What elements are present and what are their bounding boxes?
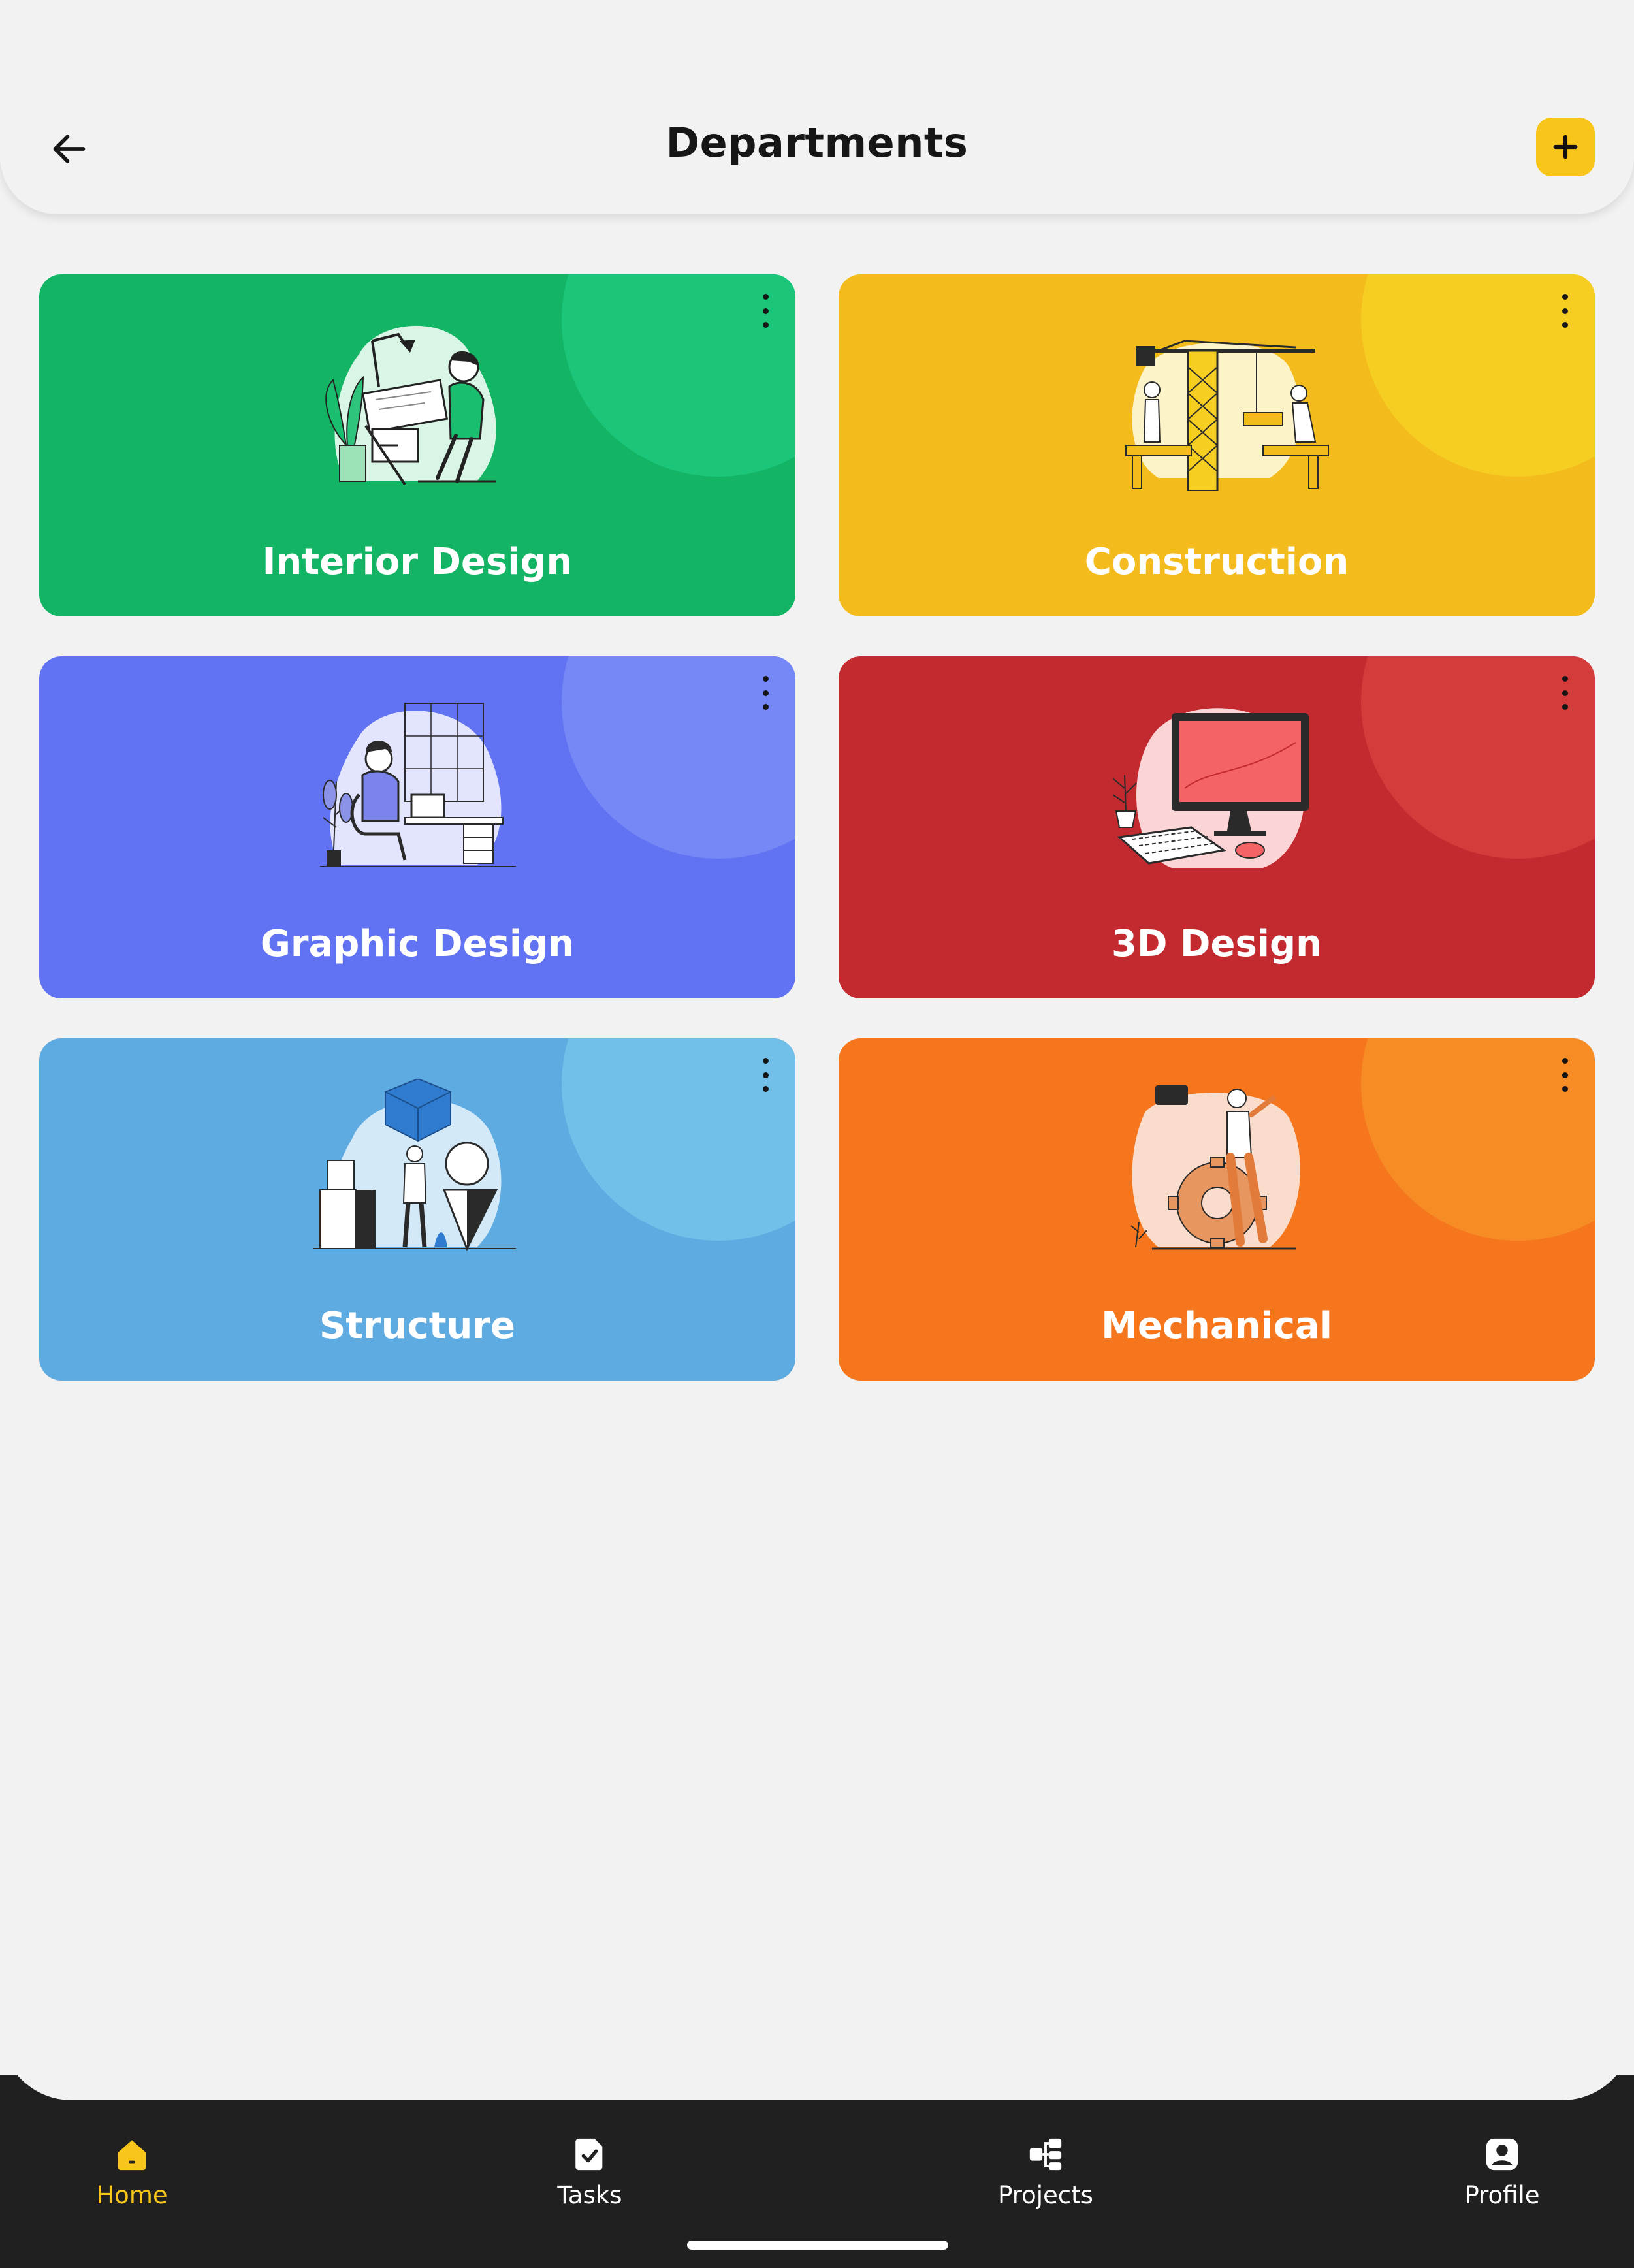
content-bottom-curve (0, 2024, 1634, 2100)
department-card-construction[interactable]: Construction (839, 274, 1595, 616)
department-card-mechanical[interactable]: Mechanical (839, 1038, 1595, 1381)
department-card-interior-design[interactable]: Interior Design (39, 274, 795, 616)
more-options-icon[interactable] (1557, 291, 1573, 330)
department-name: Construction (1084, 541, 1349, 583)
projects-hierarchy-icon (1025, 2134, 1066, 2175)
top-app-bar: Departments (0, 0, 1634, 214)
department-card-3d-design[interactable]: 3D Design (839, 656, 1595, 998)
interior-design-illustration (325, 325, 496, 486)
3d-design-illustration (1112, 708, 1309, 868)
department-name: Graphic Design (260, 923, 575, 965)
nav-item-tasks[interactable]: Tasks (511, 2134, 668, 2219)
more-options-icon[interactable] (758, 673, 773, 712)
department-name: 3D Design (1112, 923, 1322, 965)
nav-label-home: Home (96, 2181, 168, 2209)
nav-label-tasks: Tasks (557, 2181, 622, 2209)
home-icon (112, 2134, 152, 2175)
department-name: Structure (319, 1305, 515, 1347)
add-department-button[interactable] (1536, 118, 1595, 176)
nav-label-profile: Profile (1464, 2181, 1540, 2209)
nav-item-profile[interactable]: Profile (1424, 2134, 1580, 2219)
mechanical-illustration (1130, 1085, 1300, 1250)
department-card-structure[interactable]: Structure (39, 1038, 795, 1381)
structure-illustration (313, 1079, 516, 1251)
construction-illustration (1125, 340, 1329, 491)
bottom-navigation-bar (0, 2075, 1634, 2268)
more-options-icon[interactable] (758, 1055, 773, 1094)
department-name: Interior Design (262, 541, 573, 583)
more-options-icon[interactable] (1557, 673, 1573, 712)
plus-icon (1553, 135, 1578, 159)
graphic-design-illustration (320, 703, 516, 867)
nav-item-home[interactable]: Home (54, 2134, 210, 2219)
profile-icon (1482, 2134, 1522, 2175)
home-indicator[interactable] (687, 2241, 948, 2250)
more-options-icon[interactable] (758, 291, 773, 330)
nav-label-projects: Projects (998, 2181, 1093, 2209)
page-title: Departments (665, 119, 969, 167)
nav-item-projects[interactable]: Projects (967, 2134, 1124, 2219)
department-name: Mechanical (1101, 1305, 1332, 1347)
department-card-graphic-design[interactable]: Graphic Design (39, 656, 795, 998)
more-options-icon[interactable] (1557, 1055, 1573, 1094)
task-check-icon (569, 2134, 610, 2175)
